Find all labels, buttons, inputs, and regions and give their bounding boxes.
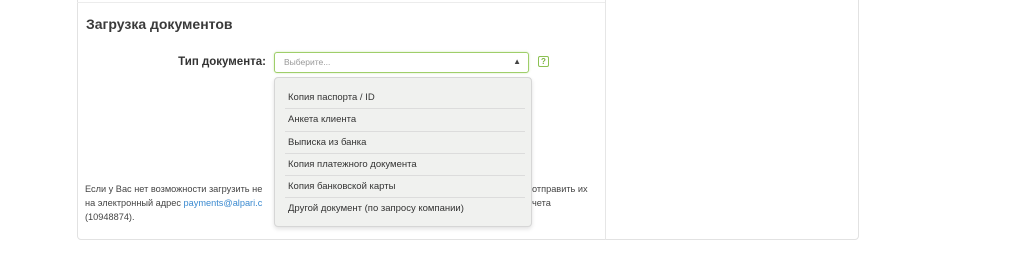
note-line-2-right: чета [532,198,551,208]
dropdown-option[interactable]: Копия паспорта / ID [285,87,525,110]
doc-type-select[interactable]: Выберите... ▲ [274,52,529,73]
note-line-3: (10948874). [85,212,135,222]
section-title: Загрузка документов [86,16,233,32]
select-placeholder: Выберите... [284,57,331,67]
dropdown-option[interactable]: Копия банковской карты [285,176,525,199]
note-line-1-right: отправить их [532,184,588,194]
note-line-2-left: на электронный адрес payments@alpari.c [85,197,262,210]
chevron-up-icon[interactable]: ▲ [513,57,521,66]
column-divider [605,0,606,240]
dropdown-option[interactable]: Копия платежного документа [285,154,525,177]
help-icon[interactable]: ? [538,56,549,67]
dropdown-option[interactable]: Другой документ (по запросу компании) [285,198,525,220]
note-line-1-left: Если у Вас нет возможности загрузить не [85,184,263,194]
top-divider [77,2,605,3]
note-line-2-text: на электронный адрес [85,198,181,208]
dropdown-option[interactable]: Выписка из банка [285,132,525,154]
dropdown-options: Копия паспорта / ID Анкета клиента Выписка… [285,87,525,221]
doc-type-label: Тип документа: [178,56,266,68]
doc-type-dropdown: Копия паспорта / ID Анкета клиента Выписка… [274,77,532,227]
email-link[interactable]: payments@alpari.c [184,198,263,208]
dropdown-option[interactable]: Анкета клиента [285,109,525,132]
